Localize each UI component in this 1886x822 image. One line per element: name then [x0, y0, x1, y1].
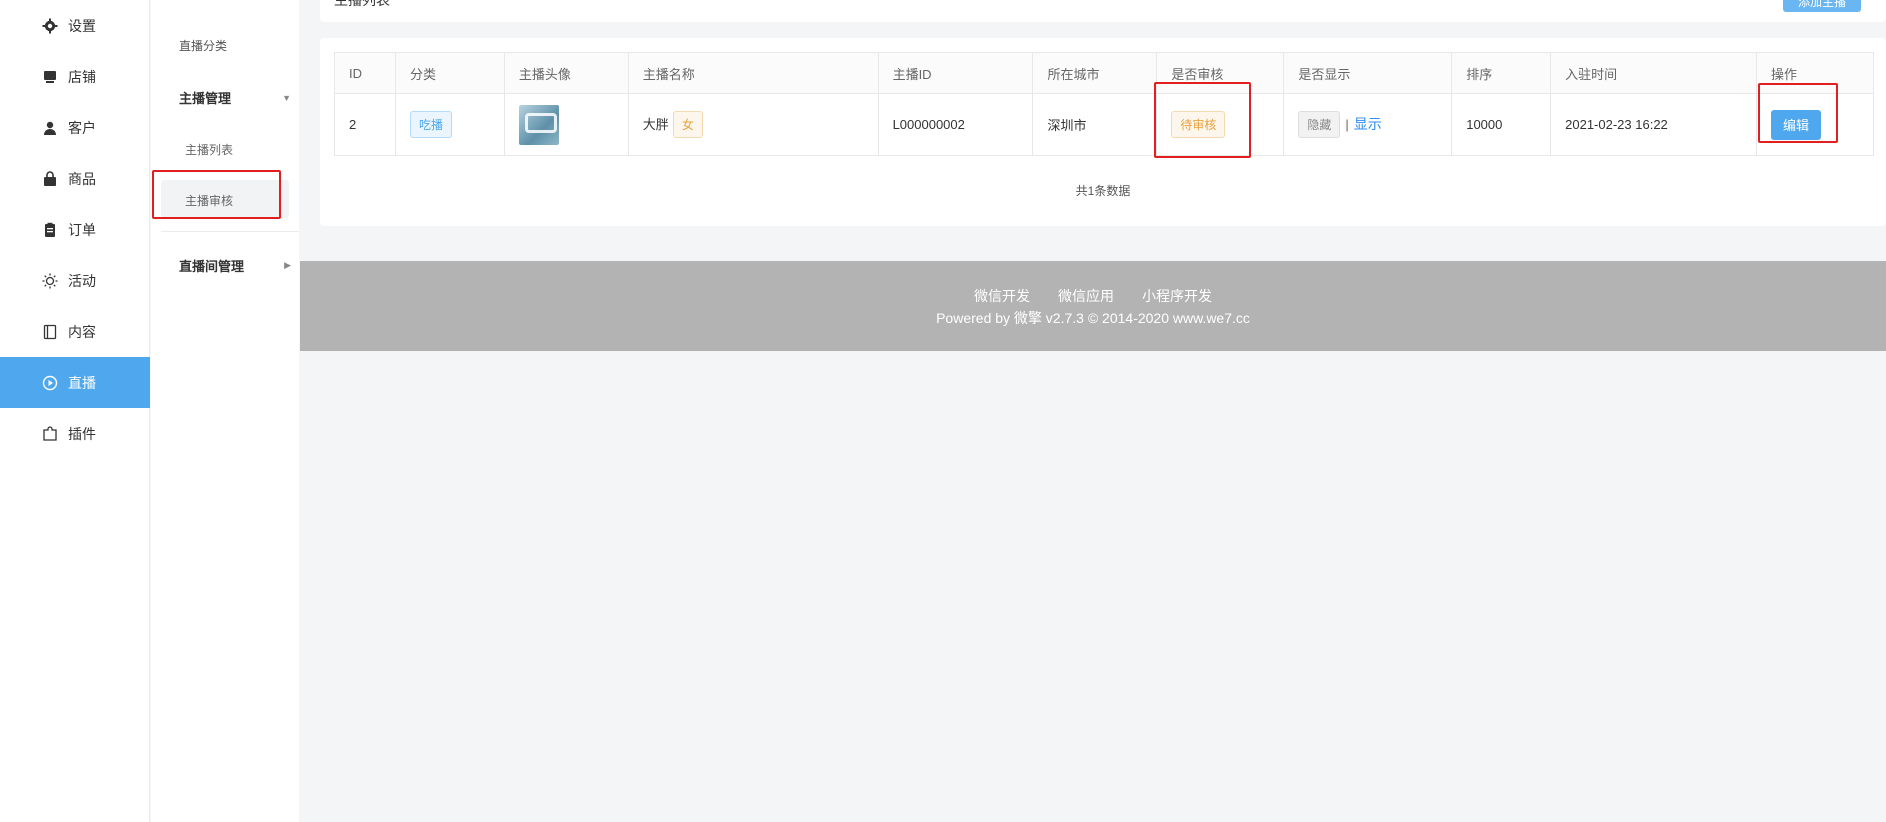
subnav-anchor-group-label: 主播管理 — [179, 91, 232, 106]
puzzle-icon — [42, 425, 58, 442]
cell-id: 2 — [334, 93, 396, 156]
separator: | — [1345, 117, 1349, 132]
nav-label: 直播 — [68, 374, 96, 391]
anchor-avatar[interactable] — [518, 104, 559, 145]
category-tag: 吃播 — [409, 111, 452, 138]
col-sort: 排序 — [1451, 52, 1552, 94]
col-display: 是否显示 — [1283, 52, 1453, 94]
primary-nav: 设置 店铺 客户 商品 订单 活动 内容 直播 插件 — [0, 0, 150, 822]
triangle-right-icon: ▶ — [284, 260, 291, 270]
nav-label: 客户 — [68, 119, 96, 136]
footer-copyright: Powered by 微擎 v2.7.3 © 2014-2020 www.we7… — [936, 310, 1250, 326]
nav-item-order[interactable]: 订单 — [0, 204, 150, 255]
nav-label: 插件 — [68, 425, 96, 442]
nav-item-activity[interactable]: 活动 — [0, 255, 150, 306]
col-city: 所在城市 — [1032, 52, 1158, 94]
top-card: 主播列表 添加主播 — [320, 0, 1886, 22]
footer: 微信开发 微信应用 小程序开发 Powered by 微擎 v2.7.3 © 201… — [300, 261, 1886, 351]
col-action: 操作 — [1756, 52, 1874, 94]
nav-item-live[interactable]: 直播 — [0, 357, 150, 408]
cell-sort: 10000 — [1451, 93, 1552, 156]
col-id: ID — [334, 52, 396, 94]
cell-joined: 2021-02-23 16:22 — [1550, 93, 1758, 156]
nav-label: 设置 — [68, 17, 96, 34]
anchor-table-card: ID 分类 主播头像 主播名称 主播ID 所在城市 是否审核 是否显示 排序 入… — [320, 38, 1886, 226]
table-header-row: ID 分类 主播头像 主播名称 主播ID 所在城市 是否审核 是否显示 排序 入… — [334, 52, 1874, 94]
triangle-down-icon: ▼ — [282, 92, 291, 103]
review-status-badge[interactable]: 待审核 — [1171, 111, 1226, 138]
nav-label: 店铺 — [68, 68, 96, 85]
add-anchor-button[interactable]: 添加主播 — [1783, 0, 1861, 12]
bag-icon — [42, 170, 58, 187]
footer-link-wechat-dev[interactable]: 微信开发 — [974, 288, 1030, 304]
sun-icon — [42, 273, 58, 289]
nav-item-store[interactable]: 店铺 — [0, 51, 150, 102]
cell-name: 大胖女 — [627, 93, 879, 156]
footer-link-miniprogram-dev[interactable]: 小程序开发 — [1142, 288, 1212, 304]
clipboard-icon — [42, 222, 58, 238]
subnav-anchor-review[interactable]: 主播审核 — [185, 192, 233, 209]
page-title: 主播列表 — [334, 0, 390, 8]
col-review: 是否审核 — [1156, 52, 1285, 94]
hide-tag[interactable]: 隐藏 — [1298, 111, 1341, 138]
subnav-anchor-group[interactable]: 主播管理 ▼ — [179, 88, 291, 107]
table-row: 2 吃播 大胖女 L000000002 深圳市 待审核 隐藏 | 显示 1000… — [334, 93, 1874, 156]
cell-anchor-id: L000000002 — [877, 93, 1034, 156]
nav-label: 内容 — [68, 323, 96, 340]
secondary-nav: 直播分类 主播管理 ▼ 主播列表 主播审核 直播间管理 ▶ — [151, 0, 299, 822]
nav-item-plugin[interactable]: 插件 — [0, 408, 150, 459]
col-joined: 入驻时间 — [1550, 52, 1758, 94]
subnav-anchor-list[interactable]: 主播列表 — [185, 141, 233, 158]
table-summary: 共1条数据 — [1075, 184, 1131, 198]
footer-links: 微信开发 微信应用 小程序开发 — [300, 286, 1886, 306]
col-name: 主播名称 — [627, 52, 879, 94]
anchor-table: ID 分类 主播头像 主播名称 主播ID 所在城市 是否审核 是否显示 排序 入… — [334, 52, 1874, 156]
nav-label: 订单 — [68, 221, 96, 238]
nav-item-settings[interactable]: 设置 — [0, 0, 150, 51]
nav-label: 活动 — [68, 272, 96, 289]
store-icon — [42, 69, 58, 85]
cell-avatar — [503, 93, 629, 156]
col-avatar: 主播头像 — [503, 52, 629, 94]
show-link[interactable]: 显示 — [1354, 116, 1382, 132]
nav-item-goods[interactable]: 商品 — [0, 153, 150, 204]
nav-item-customer[interactable]: 客户 — [0, 102, 150, 153]
anchor-name: 大胖 — [642, 117, 669, 132]
cell-action: 编辑 — [1756, 93, 1874, 156]
cell-display: 隐藏 | 显示 — [1283, 93, 1453, 156]
col-category: 分类 — [394, 52, 505, 94]
subnav-room-group-label: 直播间管理 — [179, 259, 245, 274]
subnav-live-category[interactable]: 直播分类 — [179, 37, 227, 54]
cell-city: 深圳市 — [1032, 93, 1158, 156]
book-icon — [42, 324, 58, 340]
cell-category: 吃播 — [394, 93, 505, 156]
subnav-room-group[interactable]: 直播间管理 ▶ — [179, 256, 291, 275]
subnav-divider — [161, 231, 299, 232]
gender-tag: 女 — [672, 111, 703, 138]
cell-review: 待审核 — [1156, 93, 1285, 156]
play-circle-icon — [42, 375, 58, 391]
col-anchor-id: 主播ID — [877, 52, 1034, 94]
nav-item-content[interactable]: 内容 — [0, 306, 150, 357]
edit-button[interactable]: 编辑 — [1771, 109, 1822, 140]
user-icon — [42, 120, 58, 136]
gear-icon — [42, 18, 58, 34]
footer-link-wechat-app[interactable]: 微信应用 — [1058, 288, 1114, 304]
nav-label: 商品 — [68, 170, 96, 187]
